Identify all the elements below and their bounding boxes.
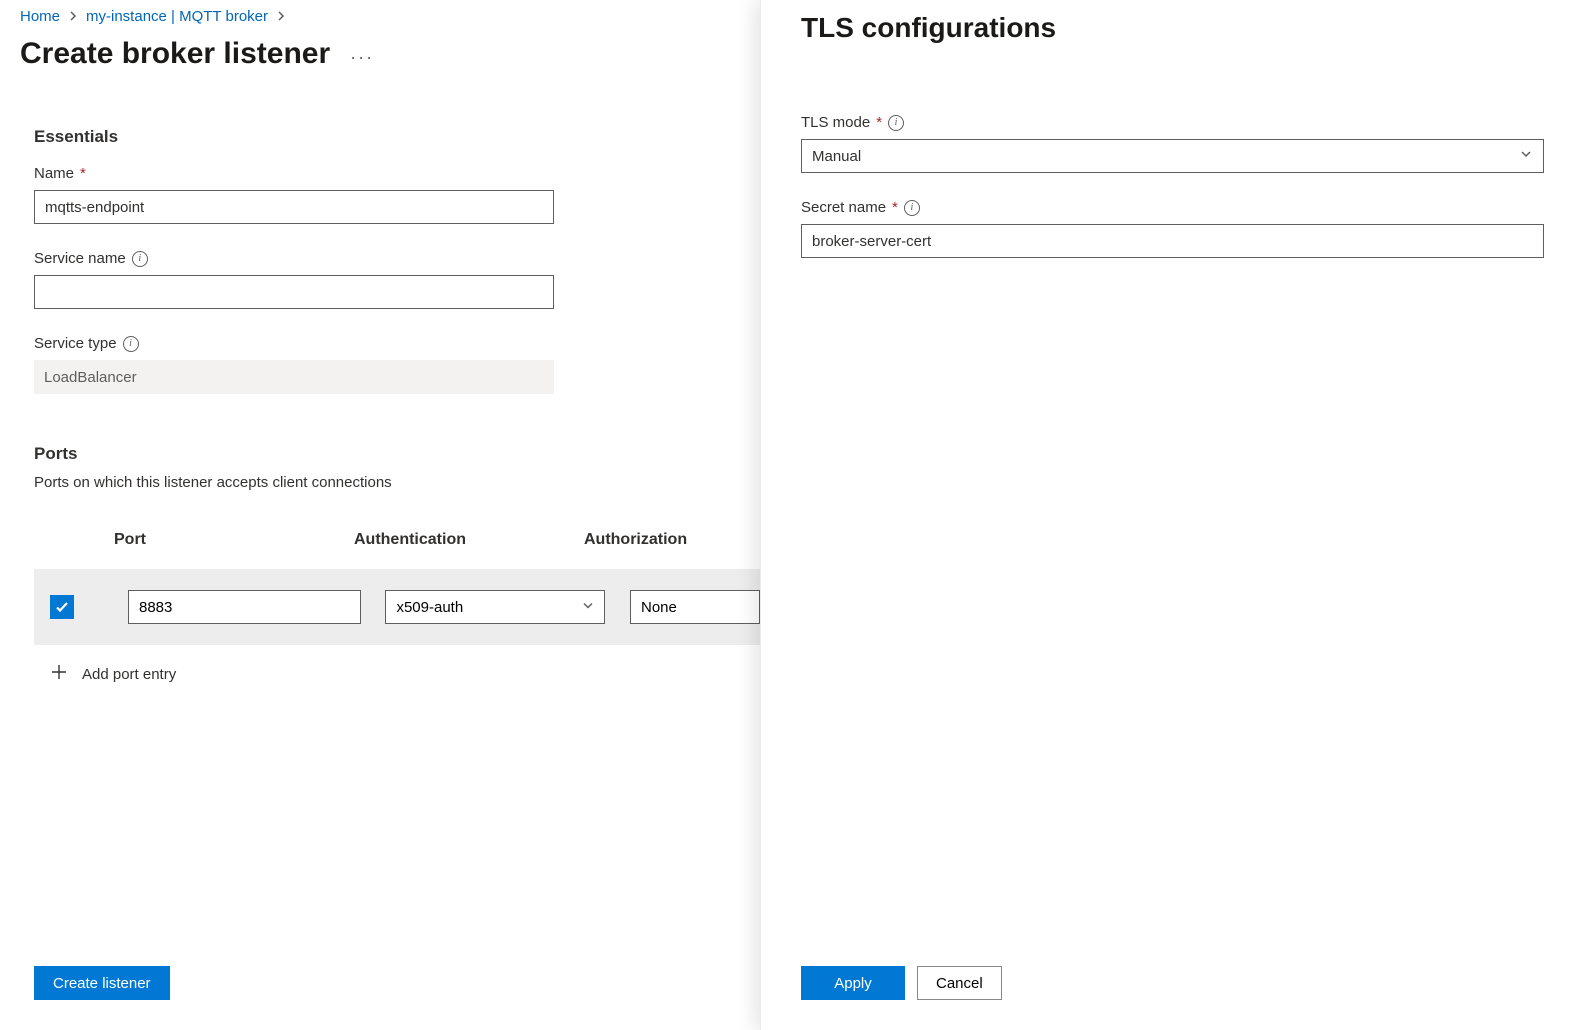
info-icon[interactable]: i (904, 200, 920, 216)
name-label: Name * (34, 165, 760, 182)
required-indicator: * (892, 199, 898, 216)
add-port-entry-label: Add port entry (82, 666, 176, 683)
tls-mode-value: Manual (812, 148, 861, 165)
column-port: Port (34, 531, 334, 549)
name-input[interactable] (34, 190, 554, 224)
required-indicator: * (80, 165, 86, 182)
authentication-select[interactable] (385, 590, 605, 624)
tls-mode-select[interactable]: Manual (801, 139, 1544, 173)
port-input[interactable] (128, 590, 361, 624)
column-authentication: Authentication (334, 531, 584, 549)
port-row (34, 569, 760, 645)
cancel-button[interactable]: Cancel (917, 966, 1002, 1000)
chevron-right-icon (68, 8, 78, 25)
ports-heading: Ports (34, 444, 760, 464)
service-name-label: Service name i (34, 250, 760, 267)
page-title: Create broker listener (20, 37, 330, 71)
authorization-select[interactable] (630, 590, 760, 624)
add-port-entry-button[interactable]: Add port entry (50, 663, 760, 685)
panel-title: TLS configurations (801, 12, 1544, 44)
secret-name-label: Secret name * i (801, 199, 1544, 216)
info-icon[interactable]: i (132, 251, 148, 267)
chevron-down-icon (1519, 147, 1533, 165)
apply-button[interactable]: Apply (801, 966, 905, 1000)
tls-configurations-panel: TLS configurations TLS mode * i Manual S… (760, 0, 1584, 1030)
chevron-right-icon (276, 8, 286, 25)
info-icon[interactable]: i (888, 115, 904, 131)
breadcrumb: Home my-instance | MQTT broker (20, 8, 760, 25)
service-type-label: Service type i (34, 335, 760, 352)
essentials-heading: Essentials (34, 127, 760, 147)
row-checkbox[interactable] (50, 595, 74, 619)
secret-name-input[interactable] (801, 224, 1544, 258)
info-icon[interactable]: i (123, 336, 139, 352)
required-indicator: * (876, 114, 882, 131)
column-authorization: Authorization (584, 531, 724, 549)
breadcrumb-instance[interactable]: my-instance | MQTT broker (86, 8, 268, 25)
more-actions-button[interactable]: ··· (350, 41, 374, 68)
service-name-input[interactable] (34, 275, 554, 309)
service-type-input (34, 360, 554, 394)
breadcrumb-home[interactable]: Home (20, 8, 60, 25)
ports-description: Ports on which this listener accepts cli… (34, 474, 760, 491)
plus-icon (50, 663, 68, 685)
create-listener-button[interactable]: Create listener (34, 966, 170, 1000)
ports-table-header: Port Authentication Authorization (34, 531, 760, 569)
tls-mode-label: TLS mode * i (801, 114, 1544, 131)
